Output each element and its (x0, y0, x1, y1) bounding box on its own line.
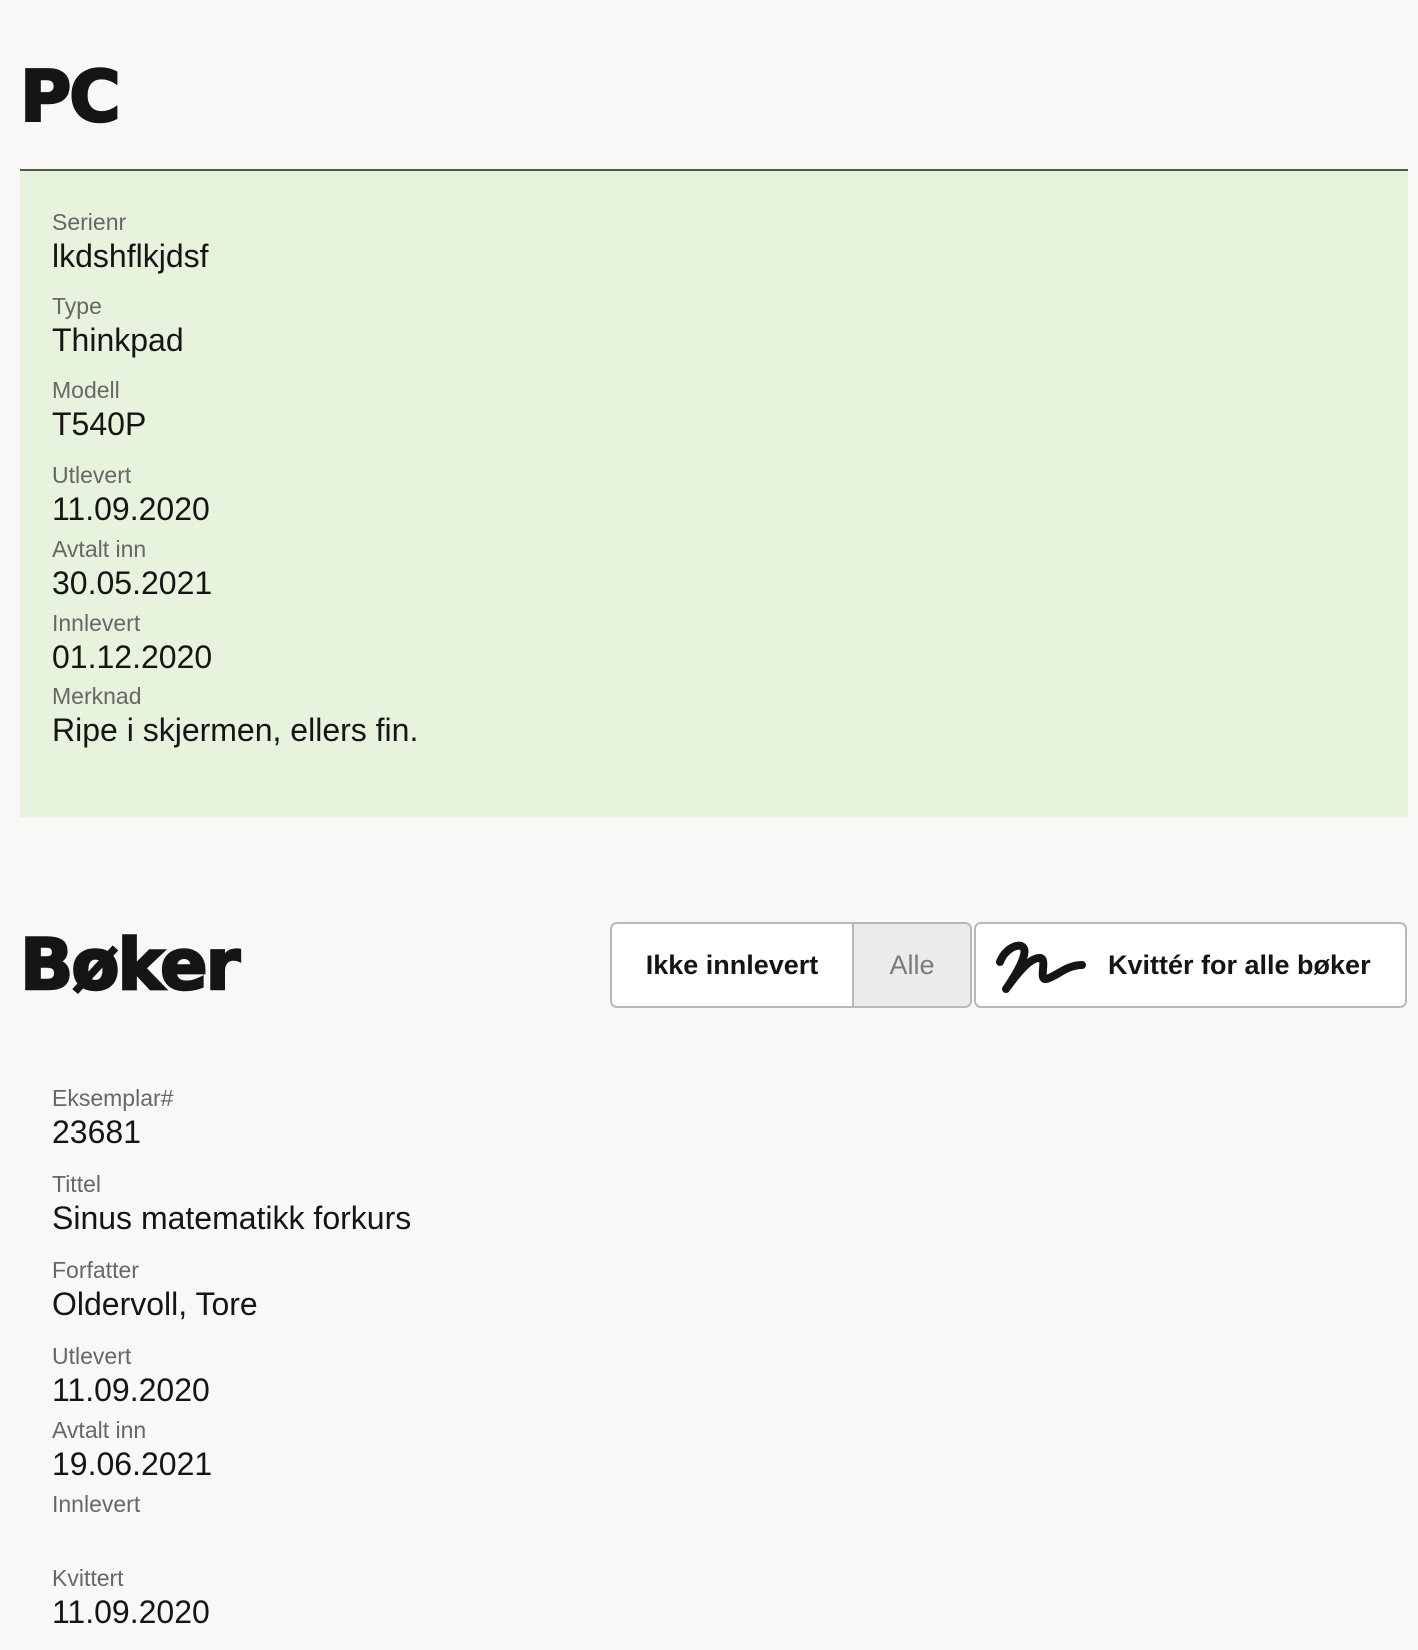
pc-type-field: Type Thinkpad (52, 291, 184, 359)
pc-returned-field: Innlevert 01.12.2020 (52, 608, 212, 676)
book-due-value: 19.06.2021 (52, 1446, 213, 1482)
pc-model-value: T540P (52, 406, 147, 442)
pc-model-field: Modell T540P (52, 375, 146, 443)
pc-serial-label: Serienr (52, 209, 127, 235)
book-issued-field: Utlevert 11.09.2020 (52, 1341, 210, 1409)
book-due-field: Avtalt inn 19.06.2021 (52, 1415, 212, 1483)
pc-type-value: Thinkpad (52, 322, 184, 358)
filter-all-button[interactable]: Alle (854, 924, 970, 1006)
pc-issued-label: Utlevert (52, 462, 132, 488)
signature-icon (996, 941, 1086, 993)
books-title: Bøker (19, 924, 242, 1006)
pc-model-label: Modell (52, 377, 120, 403)
book-issued-label: Utlevert (52, 1343, 132, 1369)
pc-issued-field: Utlevert 11.09.2020 (52, 460, 210, 528)
book-issued-value: 11.09.2020 (52, 1372, 210, 1408)
book-author-value: Oldervoll, Tore (52, 1286, 258, 1322)
book-signed-label: Kvittert (52, 1565, 124, 1591)
sign-all-books-button[interactable]: Kvittér for alle bøker (974, 922, 1407, 1008)
book-copy-number-label: Eksemplar# (52, 1085, 174, 1111)
pc-remark-field: Merknad Ripe i skjermen, ellers fin. (52, 681, 418, 749)
book-signed-field: Kvittert 11.09.2020 (52, 1563, 210, 1631)
book-title-field: Tittel Sinus matematikk forkurs (52, 1169, 411, 1237)
sign-all-books-label: Kvittér for alle bøker (1108, 949, 1371, 980)
books-toolbar: Ikke innlevert Alle Kvittér for alle bøk… (610, 922, 1407, 1008)
book-due-label: Avtalt inn (52, 1417, 147, 1443)
book-copy-number-value: 23681 (52, 1114, 141, 1150)
pc-serial-field: Serienr lkdshflkjdsf (52, 207, 209, 275)
books-filter-toggle: Ikke innlevert Alle (610, 922, 972, 1008)
pc-remark-value: Ripe i skjermen, ellers fin. (52, 712, 419, 748)
book-title-value: Sinus matematikk forkurs (52, 1200, 412, 1236)
book-title-label: Tittel (52, 1171, 101, 1197)
pc-details-panel: Serienr lkdshflkjdsf Type Thinkpad Model… (20, 169, 1408, 817)
book-returned-field: Innlevert (52, 1489, 140, 1519)
pc-due-label: Avtalt inn (52, 536, 147, 562)
pc-issued-value: 11.09.2020 (52, 491, 210, 527)
pc-title: PC (19, 56, 122, 138)
pc-returned-value: 01.12.2020 (52, 639, 213, 675)
pc-remark-label: Merknad (52, 683, 142, 709)
pc-due-field: Avtalt inn 30.05.2021 (52, 534, 212, 602)
book-author-label: Forfatter (52, 1257, 139, 1283)
pc-serial-value: lkdshflkjdsf (52, 238, 209, 274)
pc-type-label: Type (52, 293, 102, 319)
book-copy-number-field: Eksemplar# 23681 (52, 1083, 173, 1151)
pc-due-value: 30.05.2021 (52, 565, 213, 601)
pc-returned-label: Innlevert (52, 610, 141, 636)
book-author-field: Forfatter Oldervoll, Tore (52, 1255, 258, 1323)
book-signed-value: 11.09.2020 (52, 1594, 210, 1630)
book-returned-label: Innlevert (52, 1491, 141, 1517)
filter-not-returned-button[interactable]: Ikke innlevert (612, 924, 854, 1006)
